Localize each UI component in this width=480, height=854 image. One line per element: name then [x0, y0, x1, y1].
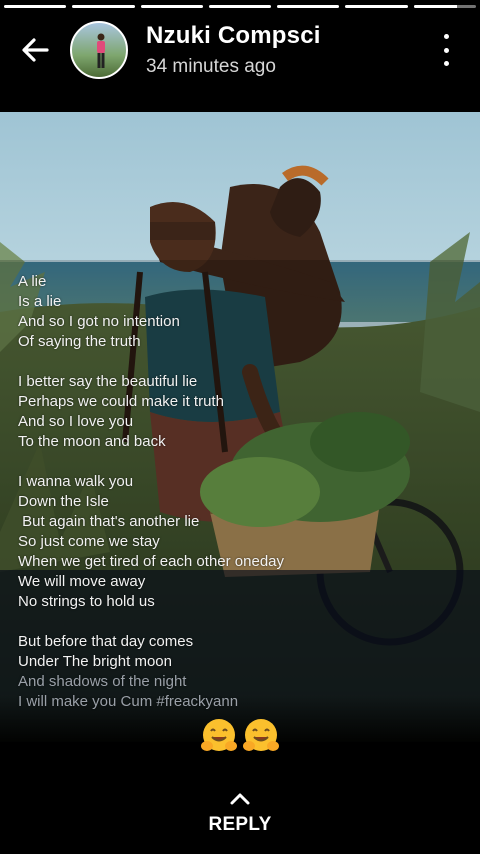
caption-line: No strings to hold us — [18, 593, 155, 610]
caption-line: So just come we stay — [18, 533, 160, 550]
caption-line — [18, 612, 462, 632]
progress-segment — [208, 5, 272, 8]
caption-line: To the moon and back — [18, 433, 166, 450]
progress-segment — [345, 5, 408, 8]
progress-segment-current — [413, 5, 476, 8]
reaction-emojis — [199, 716, 281, 756]
caption-line: And so I love you — [18, 413, 134, 430]
caption-line: I better say the beautiful lie — [18, 373, 198, 390]
avatar-person-figure — [97, 33, 105, 68]
caption-line: And so I got no intention — [18, 313, 180, 330]
caption-line: Of saying the truth — [18, 333, 141, 350]
reply-label: REPLY — [208, 814, 272, 835]
reply-button[interactable]: REPLY — [0, 792, 480, 836]
progress-segment — [72, 5, 135, 8]
caption-line: We will move away — [18, 573, 146, 590]
progress-segment — [140, 5, 203, 8]
caption-line: And shadows of the night — [18, 673, 187, 690]
more-options-button[interactable] — [434, 34, 458, 66]
caption-line: I will make you Cum #freackyann — [18, 693, 239, 710]
more-vert-icon-dot — [443, 34, 449, 39]
story-meta: Nzuki Compsci 34 minutes ago — [146, 22, 321, 78]
story-caption: A lie Is a lie And so I got no intention Of… — [18, 272, 462, 712]
caption-line: I wanna walk you — [18, 473, 134, 490]
avatar[interactable] — [70, 21, 128, 79]
caption-line: Perhaps we could make it truth — [18, 393, 224, 410]
back-button[interactable] — [0, 18, 70, 82]
poster-name[interactable]: Nzuki Compsci — [146, 22, 321, 50]
caption-line: Down the Isle — [18, 493, 109, 510]
story-header: Nzuki Compsci 34 minutes ago — [0, 18, 480, 82]
caption-line: A lie — [18, 273, 47, 290]
caption-line: When we get tired of each other oneday — [18, 553, 285, 570]
progress-segment — [277, 5, 340, 8]
caption-line — [18, 452, 462, 472]
story-progress — [4, 5, 476, 8]
hugging-face-emoji-icon — [243, 719, 279, 751]
caption-line — [18, 352, 462, 372]
post-time: 34 minutes ago — [146, 56, 276, 77]
progress-segment — [4, 5, 67, 8]
arrow-left-icon — [22, 38, 49, 62]
caption-line: Is a lie — [18, 293, 62, 310]
hugging-face-emoji-icon — [201, 719, 237, 751]
caption-line: But before that day comes — [18, 633, 194, 650]
chevron-up-icon — [230, 793, 250, 805]
more-vert-icon-dot — [443, 47, 449, 53]
caption-line: But again that's another lie — [18, 513, 200, 530]
caption-line: Under The bright moon — [18, 653, 172, 670]
more-vert-icon-dot — [443, 61, 449, 66]
